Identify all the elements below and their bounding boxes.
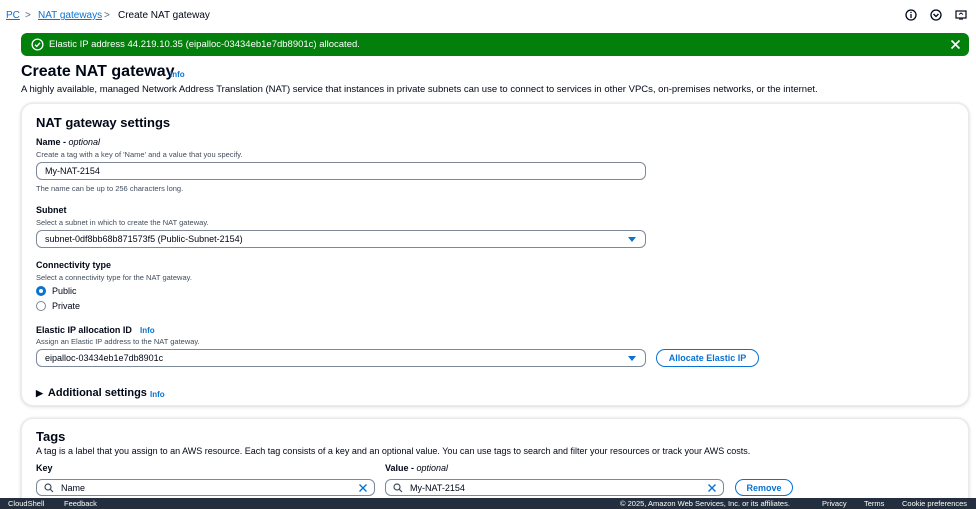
privacy-link[interactable]: Privacy <box>822 499 847 508</box>
name-input[interactable]: My-NAT-2154 <box>36 162 646 180</box>
info-icon[interactable] <box>905 9 917 21</box>
breadcrumb-current: Create NAT gateway <box>118 10 210 21</box>
tags-panel: Tags A tag is a label that you assign to… <box>21 418 969 509</box>
name-label-text: Name <box>36 137 61 147</box>
radio-public[interactable] <box>36 286 46 296</box>
additional-settings-label: Additional settings <box>47 387 147 399</box>
additional-info-link[interactable]: Info <box>150 390 165 399</box>
cookie-preferences-link[interactable]: Cookie preferences <box>902 499 967 508</box>
close-icon[interactable] <box>949 38 962 51</box>
tag-value-value: My-NAT-2154 <box>410 483 465 493</box>
subnet-select-value: subnet-0df8bb68b871573f5 (Public-Subnet-… <box>45 234 243 244</box>
radio-public-label[interactable]: Public <box>52 286 77 296</box>
subnet-select[interactable]: subnet-0df8bb68b871573f5 (Public-Subnet-… <box>36 230 646 248</box>
tag-value-label: Value - optional <box>385 463 449 473</box>
connectivity-label: Connectivity type <box>36 260 112 270</box>
copyright-text: © 2025, Amazon Web Services, Inc. or its… <box>620 499 790 508</box>
tag-value-input[interactable]: My-NAT-2154 <box>385 479 724 496</box>
eip-select-value: eipalloc-03434eb1e7db8901c <box>45 353 164 363</box>
name-description: Create a tag with a key of 'Name' and a … <box>36 150 243 159</box>
notifications-icon[interactable] <box>930 9 942 21</box>
connectivity-description: Select a connectivity type for the NAT g… <box>36 273 192 282</box>
breadcrumb-nat-gateways[interactable]: NAT gateways <box>38 10 102 21</box>
additional-settings-toggle[interactable]: ▶ Additional settings <box>36 387 147 399</box>
top-bar: PC > NAT gateways > Create NAT gateway <box>0 0 976 30</box>
success-check-icon <box>31 38 44 51</box>
caret-right-icon: ▶ <box>36 388 43 398</box>
eip-label: Elastic IP allocation ID <box>36 325 132 335</box>
tags-description: A tag is a label that you assign to an A… <box>36 446 751 456</box>
feedback-link[interactable]: Feedback <box>64 499 97 508</box>
breadcrumb-vpc[interactable]: PC <box>6 10 20 21</box>
terms-link[interactable]: Terms <box>864 499 884 508</box>
search-icon <box>393 483 403 493</box>
tag-value-label-text: Value <box>385 463 409 473</box>
nat-gateway-settings-panel: NAT gateway settings Name - optional Cre… <box>21 103 969 406</box>
search-icon <box>44 483 54 493</box>
info-link[interactable]: Info <box>170 70 185 79</box>
tag-key-input[interactable]: Name <box>36 479 375 496</box>
eip-info-link[interactable]: Info <box>140 326 155 335</box>
settings-icon[interactable] <box>955 9 967 21</box>
breadcrumb-separator: > <box>104 10 110 21</box>
eip-select[interactable]: eipalloc-03434eb1e7db8901c <box>36 349 646 367</box>
clear-x-icon[interactable] <box>358 483 368 493</box>
radio-private[interactable] <box>36 301 46 311</box>
tag-key-label: Key <box>36 463 53 473</box>
subnet-label: Subnet <box>36 205 67 215</box>
allocate-elastic-ip-button[interactable]: Allocate Elastic IP <box>656 349 759 367</box>
console-footer: CloudShell Feedback © 2025, Amazon Web S… <box>0 498 976 509</box>
breadcrumb-separator: > <box>25 10 31 21</box>
panel-title: NAT gateway settings <box>36 115 171 130</box>
flash-message: Elastic IP address 44.219.10.35 (eipallo… <box>49 39 360 50</box>
optional-text: optional <box>68 137 101 147</box>
optional-text: optional <box>416 463 449 473</box>
eip-description: Assign an Elastic IP address to the NAT … <box>36 337 200 346</box>
page-description: A highly available, managed Network Addr… <box>21 84 818 95</box>
page-title: Create NAT gateway <box>21 63 175 80</box>
tags-title: Tags <box>36 429 66 444</box>
name-constraint: The name can be up to 256 characters lon… <box>36 184 184 193</box>
caret-down-icon <box>628 356 636 361</box>
name-label: Name - optional <box>36 137 101 147</box>
tag-key-value: Name <box>61 483 86 493</box>
caret-down-icon <box>628 237 636 242</box>
success-flashbar: Elastic IP address 44.219.10.35 (eipallo… <box>21 33 969 56</box>
subnet-description: Select a subnet in which to create the N… <box>36 218 209 227</box>
cloudshell-link[interactable]: CloudShell <box>8 499 44 508</box>
clear-x-icon[interactable] <box>707 483 717 493</box>
remove-tag-button[interactable]: Remove <box>735 479 793 496</box>
radio-private-label[interactable]: Private <box>52 301 80 311</box>
